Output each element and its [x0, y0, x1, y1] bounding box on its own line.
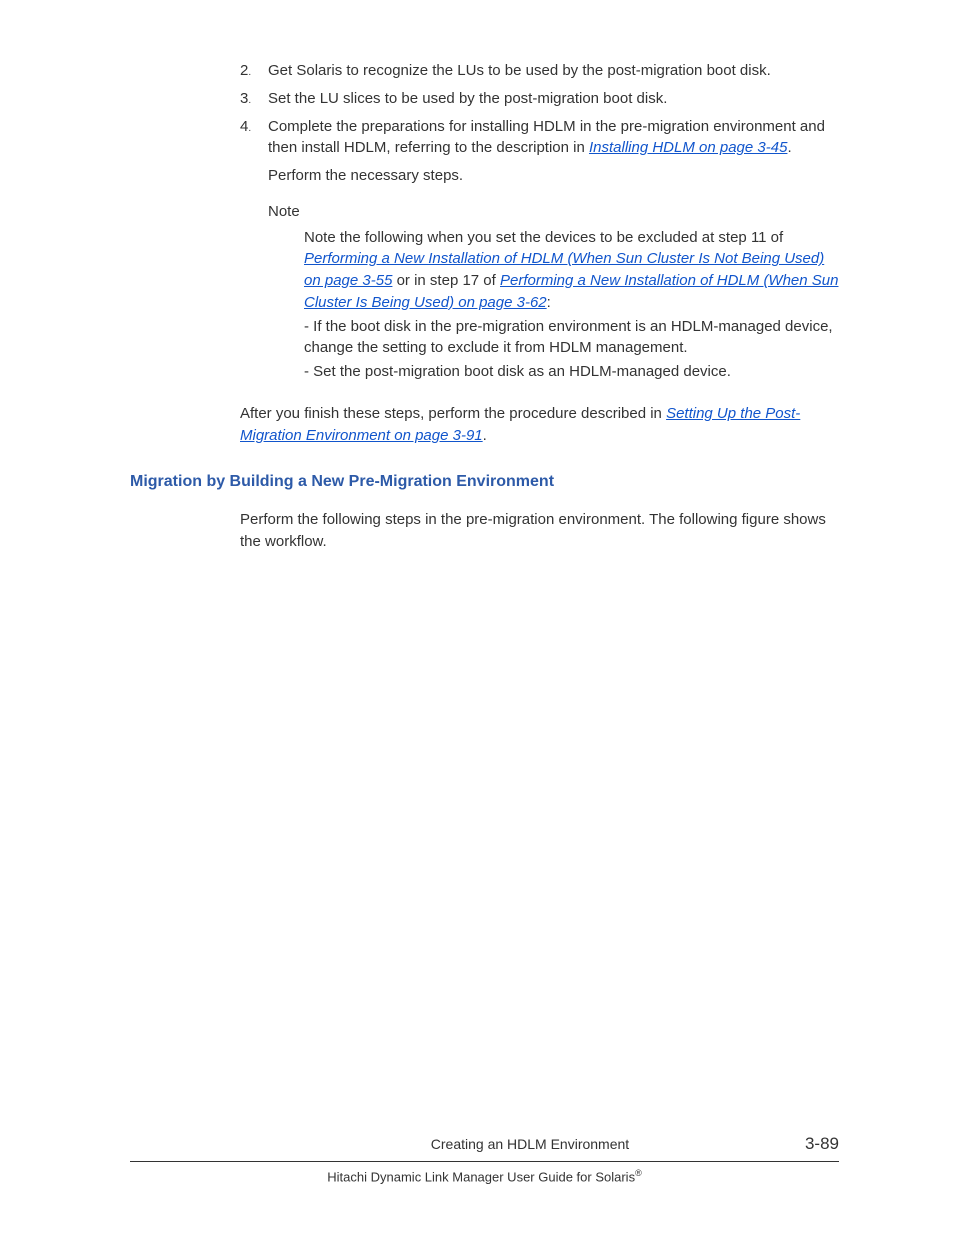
- text-fragment: .: [787, 139, 791, 156]
- text-fragment: or in step 17 of: [392, 272, 500, 289]
- list-item-text: Set the LU slices to be used by the post…: [268, 88, 839, 110]
- link-installing-hdlm[interactable]: Installing HDLM on page 3-45: [589, 139, 787, 156]
- list-item-4: 4. Complete the preparations for install…: [240, 116, 839, 385]
- text-fragment: .: [483, 427, 487, 444]
- section-heading: Migration by Building a New Pre-Migratio…: [130, 470, 839, 493]
- footer-page-number: 3-89: [805, 1132, 839, 1157]
- note-content: Note the following when you set the devi…: [304, 227, 839, 383]
- note-paragraph: Note the following when you set the devi…: [304, 227, 839, 314]
- list-item-text: Get Solaris to recognize the LUs to be u…: [268, 60, 839, 82]
- text-fragment: :: [547, 294, 551, 311]
- list-number: 4.: [240, 116, 268, 385]
- registered-symbol: ®: [635, 1168, 642, 1178]
- note-bullet-2: - Set the post-migration boot disk as an…: [304, 361, 839, 383]
- list-item-2: 2. Get Solaris to recognize the LUs to b…: [240, 60, 839, 82]
- perform-text: Perform the necessary steps.: [268, 165, 839, 187]
- list-number: 2.: [240, 60, 268, 82]
- footer-chapter-title: Creating an HDLM Environment: [255, 1134, 805, 1154]
- note-bullet-1: - If the boot disk in the pre-migration …: [304, 316, 839, 360]
- page-footer: Creating an HDLM Environment 3-89 Hitach…: [130, 1132, 839, 1187]
- text-fragment: Note the following when you set the devi…: [304, 229, 783, 246]
- ordered-list: 2. Get Solaris to recognize the LUs to b…: [240, 60, 839, 385]
- list-number: 3.: [240, 88, 268, 110]
- footer-guide-title: Hitachi Dynamic Link Manager User Guide …: [130, 1167, 839, 1187]
- footer-top-row: Creating an HDLM Environment 3-89: [130, 1132, 839, 1162]
- section-paragraph: Perform the following steps in the pre-m…: [240, 509, 839, 553]
- after-steps-paragraph: After you finish these steps, perform th…: [240, 403, 839, 447]
- text-fragment: After you finish these steps, perform th…: [240, 405, 666, 422]
- text-fragment: Hitachi Dynamic Link Manager User Guide …: [327, 1169, 635, 1184]
- list-item-3: 3. Set the LU slices to be used by the p…: [240, 88, 839, 110]
- note-label: Note: [268, 201, 839, 223]
- list-item-text: Complete the preparations for installing…: [268, 116, 839, 160]
- list-item-content: Complete the preparations for installing…: [268, 116, 839, 385]
